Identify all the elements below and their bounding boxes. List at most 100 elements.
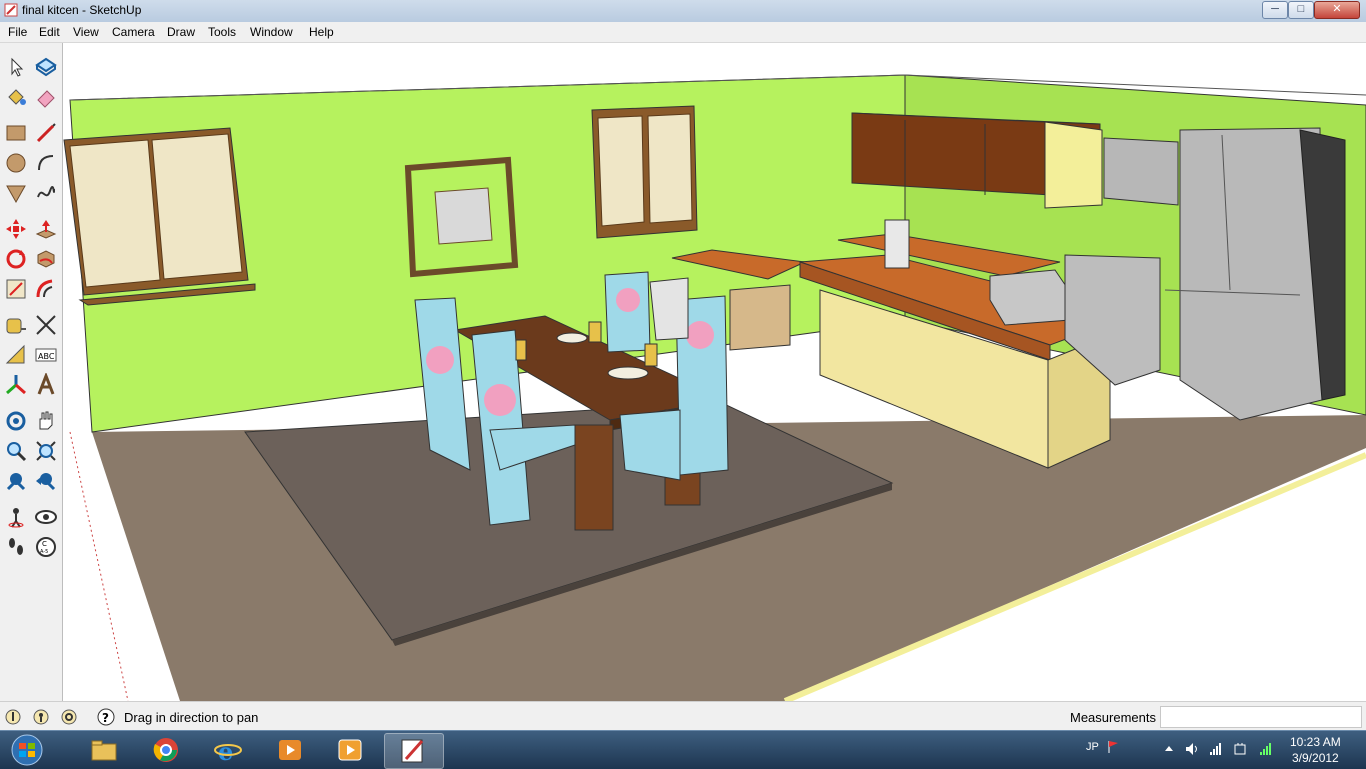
geo-location-icon[interactable] xyxy=(4,708,22,726)
axes-icon[interactable] xyxy=(4,373,28,397)
internet-explorer-icon: e xyxy=(214,737,242,764)
cup xyxy=(588,321,602,343)
volume-icon[interactable] xyxy=(1184,741,1200,757)
scale-icon[interactable] xyxy=(4,277,28,301)
menu-draw[interactable]: Draw xyxy=(167,25,195,39)
dimension-icon[interactable] xyxy=(34,313,58,337)
chrome-icon xyxy=(153,738,178,762)
sketchup-icon xyxy=(401,739,424,763)
toaster xyxy=(989,269,1071,326)
status-bar: ? Drag in direction to pan Measurements xyxy=(0,701,1366,731)
select-icon[interactable] xyxy=(4,55,28,79)
window-title: final kitcen - SketchUp xyxy=(22,3,142,17)
section-plane-icon[interactable]: C A-5 xyxy=(34,535,58,559)
refrigerator xyxy=(1164,127,1346,421)
push-pull-icon[interactable] xyxy=(34,217,58,241)
wireless-icon[interactable] xyxy=(1258,741,1274,757)
media-player-icon xyxy=(279,740,301,760)
plate xyxy=(607,366,649,380)
polygon-icon[interactable] xyxy=(4,181,28,205)
clock-time[interactable]: 10:23 AM xyxy=(1290,735,1341,749)
zoom-icon[interactable] xyxy=(4,439,28,463)
network-icon[interactable] xyxy=(1208,741,1224,757)
window-right xyxy=(591,105,698,239)
language-indicator[interactable]: JP xyxy=(1086,741,1099,753)
vlc-icon xyxy=(338,739,362,761)
blender xyxy=(884,219,910,269)
taskbar-media-player[interactable] xyxy=(262,733,320,767)
window-left xyxy=(63,127,256,306)
credits-icon[interactable] xyxy=(32,708,50,726)
text-icon[interactable]: ABC xyxy=(34,343,58,367)
title-bar: final kitcen - SketchUp ─ □ ✕ xyxy=(0,0,1366,23)
sketchup-icon xyxy=(4,3,18,17)
show-hidden-icons[interactable] xyxy=(1164,743,1174,753)
system-tray: JP 10:23 AM 3/9/2012 xyxy=(1080,731,1366,769)
circle-icon[interactable] xyxy=(4,151,28,175)
taskbar-vlc[interactable] xyxy=(322,733,380,767)
freehand-icon[interactable] xyxy=(34,181,58,205)
menu-view[interactable]: View xyxy=(73,25,99,39)
maximize-button[interactable]: □ xyxy=(1288,1,1314,19)
rectangle-icon[interactable] xyxy=(4,121,28,145)
menu-window[interactable]: Window xyxy=(250,25,293,39)
kitchen-scene xyxy=(63,43,1366,701)
measurements-label: Measurements xyxy=(1070,710,1156,725)
menu-camera[interactable]: Camera xyxy=(112,25,155,39)
menu-bar: File Edit View Camera Draw Tools Window … xyxy=(0,22,1366,43)
menu-tools[interactable]: Tools xyxy=(208,25,236,39)
svg-text:A-5: A-5 xyxy=(40,549,48,555)
rotate-icon[interactable] xyxy=(4,247,28,271)
orbit-icon[interactable] xyxy=(4,409,28,433)
position-camera-icon[interactable] xyxy=(4,505,28,529)
taskbar-ie[interactable]: e xyxy=(200,733,258,767)
offset-icon[interactable] xyxy=(34,277,58,301)
menu-edit[interactable]: Edit xyxy=(39,25,60,39)
taskbar-explorer[interactable] xyxy=(76,733,134,767)
taskbar-sketchup[interactable] xyxy=(384,733,444,769)
look-around-icon[interactable] xyxy=(34,505,58,529)
plate xyxy=(556,332,588,344)
user-icon[interactable] xyxy=(60,708,78,726)
menu-help[interactable]: Help xyxy=(309,25,334,39)
component-icon[interactable] xyxy=(34,55,58,79)
menu-file[interactable]: File xyxy=(8,25,27,39)
svg-text:e: e xyxy=(218,737,233,764)
zoom-extents-icon[interactable] xyxy=(4,469,28,493)
cup xyxy=(515,339,527,361)
taskbar: e JP 10:23 AM 3/9/2012 xyxy=(0,730,1366,769)
clock-date[interactable]: 3/9/2012 xyxy=(1292,751,1339,765)
power-icon[interactable] xyxy=(1232,741,1248,757)
eraser-icon[interactable] xyxy=(34,85,58,109)
close-button[interactable]: ✕ xyxy=(1314,1,1360,19)
follow-me-icon[interactable] xyxy=(34,247,58,271)
tool-palette: ABC C A-5 xyxy=(0,43,63,701)
line-icon[interactable] xyxy=(34,121,58,145)
windows-explorer-icon xyxy=(91,740,117,761)
tape-measure-icon[interactable] xyxy=(4,313,28,337)
previous-view-icon[interactable] xyxy=(34,469,58,493)
arc-icon[interactable] xyxy=(34,151,58,175)
taskbar-chrome[interactable] xyxy=(138,733,196,767)
move-icon[interactable] xyxy=(4,217,28,241)
pan-icon[interactable] xyxy=(34,409,58,433)
flag-alert-icon[interactable] xyxy=(1106,739,1122,755)
svg-text:C: C xyxy=(42,540,47,548)
svg-text:?: ? xyxy=(102,711,109,725)
measurements-input[interactable] xyxy=(1160,706,1362,728)
help-icon[interactable]: ? xyxy=(97,708,115,726)
protractor-icon[interactable] xyxy=(4,343,28,367)
model-viewport[interactable] xyxy=(63,43,1366,701)
paint-bucket-icon[interactable] xyxy=(4,85,28,109)
minimize-button[interactable]: ─ xyxy=(1262,1,1288,19)
trash-bin xyxy=(649,277,689,341)
zoom-window-icon[interactable] xyxy=(34,439,58,463)
chair-back-right xyxy=(604,271,651,353)
start-button[interactable] xyxy=(4,733,50,767)
cup xyxy=(644,343,658,367)
3d-text-icon[interactable] xyxy=(34,373,58,397)
status-message: Drag in direction to pan xyxy=(124,710,259,725)
microwave xyxy=(1103,137,1179,206)
walk-icon[interactable] xyxy=(4,535,28,559)
svg-text:ABC: ABC xyxy=(38,352,55,361)
